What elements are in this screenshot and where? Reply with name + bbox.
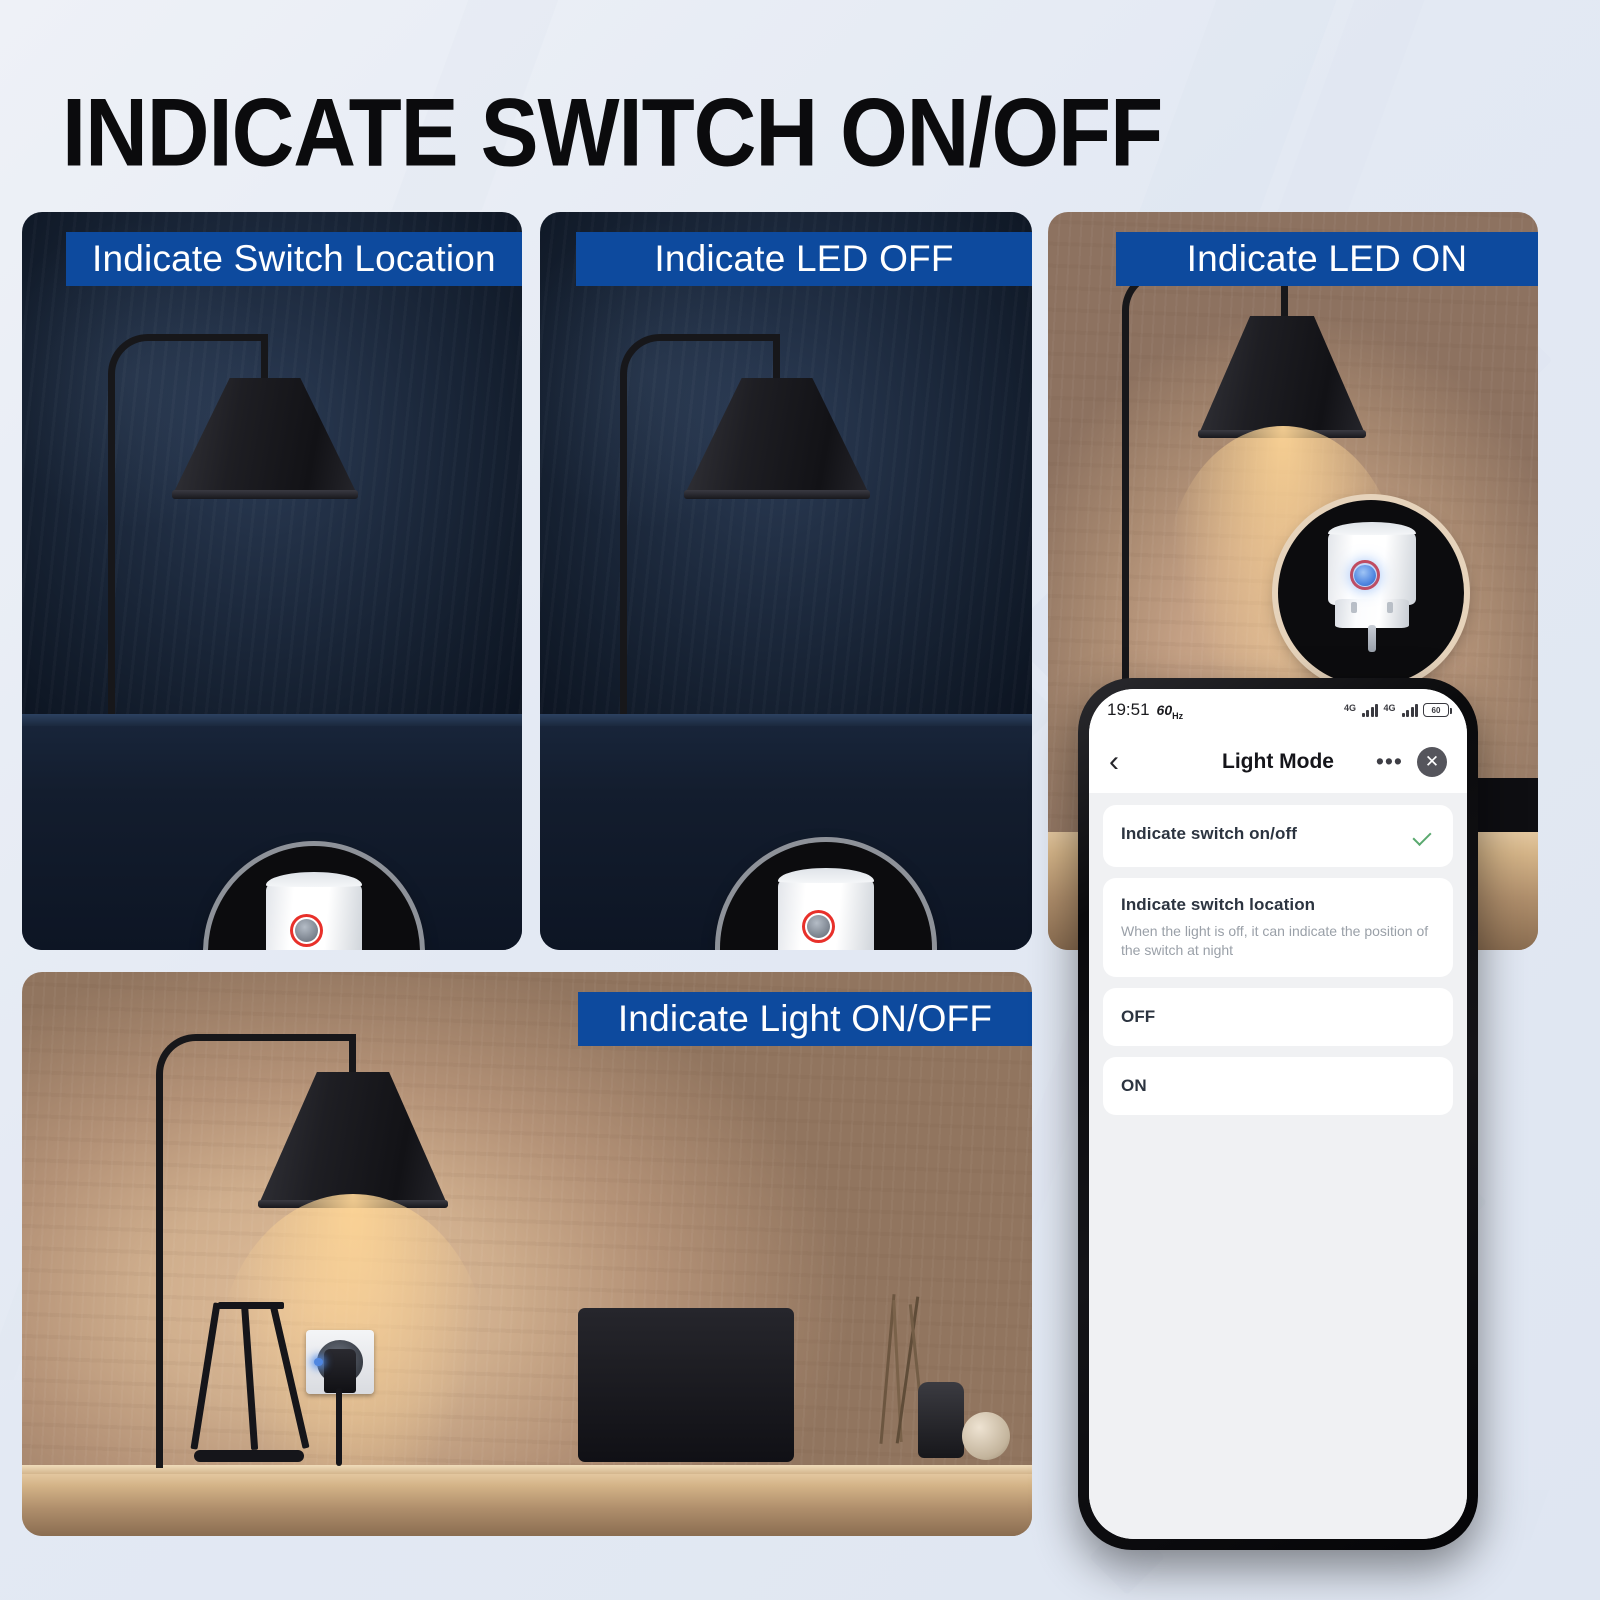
lamp-arm (261, 334, 268, 382)
lamp-arm (349, 1034, 356, 1076)
panel-label-banner-1: Indicate Switch Location (66, 232, 522, 286)
network-label-2: 4G (1383, 703, 1396, 713)
dark-room-scene (22, 212, 522, 950)
dark-room-scene (540, 212, 1032, 950)
panel-label-text: Indicate Switch Location (92, 238, 496, 279)
phone-mockup: 19:51 60Hz 4G 4G 60 ‹ Light Mode ••• ✕ I… (1078, 678, 1478, 1550)
desk-surface (22, 1473, 1032, 1536)
battery-icon: 60 (1423, 703, 1452, 717)
panel-indicate-switch-location: Indicate Switch Location (22, 212, 522, 950)
ellipsis-icon[interactable]: ••• (1376, 750, 1403, 773)
option-title: ON (1121, 1075, 1147, 1095)
app-header: ‹ Light Mode ••• ✕ (1089, 731, 1467, 793)
panel-indicate-light-on-off: Indicate Light ON/OFF (22, 972, 1032, 1536)
status-time: 19:51 (1107, 699, 1150, 719)
led-indicator (1354, 564, 1376, 586)
option-text: ON (1121, 1076, 1435, 1096)
option-description: When the light is off, it can indicate t… (1121, 923, 1429, 958)
option-title: OFF (1121, 1006, 1156, 1026)
table-stand (190, 1301, 310, 1462)
page-title: INDICATE SWITCH ON/OFF (62, 79, 1163, 187)
wall-socket (306, 1330, 374, 1394)
lamp-pole-vertical (156, 1128, 163, 1468)
lamp-arm (773, 334, 780, 382)
magnifier-circle (1278, 500, 1464, 686)
header-actions: ••• ✕ (1376, 747, 1447, 777)
led-indicator (806, 914, 830, 938)
status-bar: 19:51 60Hz 4G 4G 60 (1089, 689, 1467, 731)
signal-bars-icon-2 (1401, 703, 1418, 717)
option-text: Indicate switch on/off (1121, 824, 1413, 844)
chevron-left-icon[interactable]: ‹ (1109, 747, 1119, 777)
list-item-indicate-switch-location[interactable]: Indicate switch location When the light … (1103, 878, 1453, 977)
lamp-shade-lip (172, 490, 358, 499)
laptop (578, 1308, 794, 1462)
option-text: Indicate switch location When the light … (1121, 895, 1435, 960)
panel-label-banner-2: Indicate LED OFF (576, 232, 1032, 286)
close-icon[interactable]: ✕ (1417, 747, 1447, 777)
status-bar-right: 4G 4G 60 (1343, 703, 1452, 717)
status-bar-left: 19:51 60Hz (1107, 700, 1183, 721)
led-indicator (294, 918, 318, 942)
panel-label-banner-4: Indicate Light ON/OFF (578, 992, 1032, 1046)
selected-check-icon (1413, 826, 1435, 848)
decor-sphere (962, 1412, 1010, 1460)
smart-plug-closeup (1328, 522, 1416, 652)
lamp-shade-lip (684, 490, 870, 499)
panel-label-text: Indicate LED ON (1186, 238, 1468, 279)
phone-screen: 19:51 60Hz 4G 4G 60 ‹ Light Mode ••• ✕ I… (1089, 689, 1467, 1539)
signal-bars-icon-1 (1361, 703, 1379, 717)
panel-indicate-led-off: Indicate LED OFF (540, 212, 1032, 950)
smart-plug-closeup (778, 868, 874, 950)
list-item-indicate-switch-on-off[interactable]: Indicate switch on/off (1103, 805, 1453, 867)
list-item-on[interactable]: ON (1103, 1056, 1453, 1115)
status-refresh-rate: 60Hz (1156, 701, 1184, 721)
panel-label-banner-3: Indicate LED ON (1116, 232, 1538, 286)
list-item-off[interactable]: OFF (1103, 987, 1453, 1046)
panel-label-text: Indicate LED OFF (654, 238, 954, 279)
network-label-1: 4G (1343, 703, 1356, 713)
desk-edge (22, 1464, 1032, 1474)
decor-vase (918, 1382, 964, 1458)
power-cord (336, 1388, 342, 1466)
warm-room-scene (22, 972, 1032, 1536)
option-title: Indicate switch on/off (1121, 824, 1297, 843)
infographic-root: INDICATE SWITCH ON/OFF Indicate Switch L… (0, 0, 1600, 1600)
option-text: OFF (1121, 1007, 1435, 1027)
light-mode-option-list: Indicate switch on/off Indicate switch l… (1089, 793, 1467, 1539)
panel-label-text: Indicate Light ON/OFF (617, 998, 993, 1039)
option-title: Indicate switch location (1121, 895, 1316, 914)
smart-plug-closeup (266, 872, 362, 950)
